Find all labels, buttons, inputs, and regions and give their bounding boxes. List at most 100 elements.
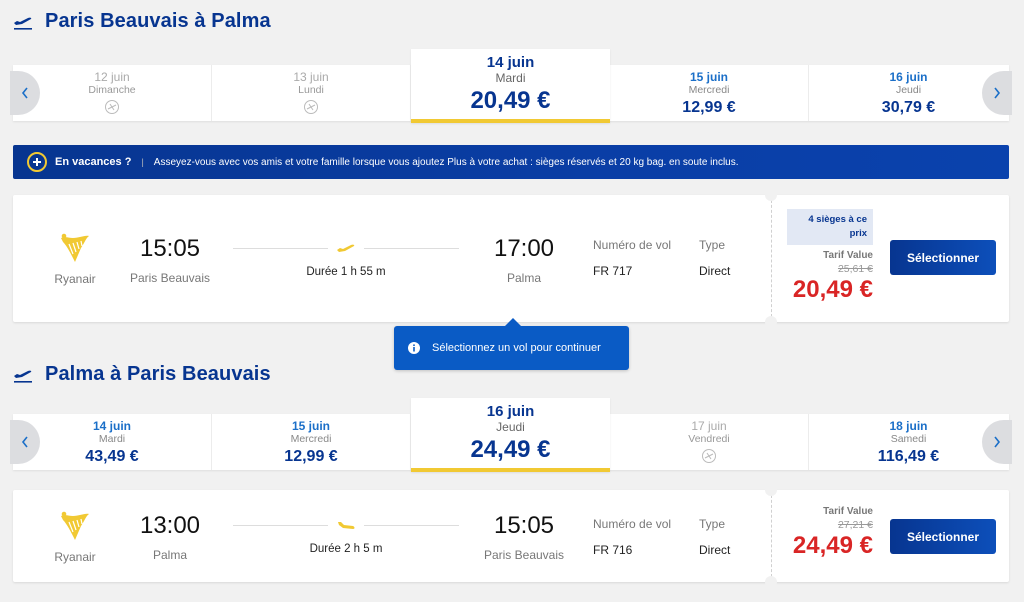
- no-flight-icon: [105, 100, 119, 114]
- weekday-label: Lundi: [298, 84, 324, 96]
- airline-name: Ryanair: [54, 272, 96, 286]
- date-label: 14 juin: [486, 54, 535, 71]
- departure-info: 15:05 Paris Beauvais: [125, 235, 215, 285]
- arrival-city: Paris Beauvais: [483, 548, 565, 562]
- outbound-title: Paris Beauvais à Palma: [45, 10, 271, 32]
- inbound-date-15-juin[interactable]: 15 juin Mercredi 12,99 €: [212, 414, 411, 470]
- weekday-label: Mercredi: [688, 84, 730, 96]
- date-label: 13 juin: [293, 70, 329, 84]
- airline-name: Ryanair: [54, 550, 96, 564]
- date-label: 16 juin: [486, 403, 535, 420]
- outbound-date-12-juin: 12 juin Dimanche: [13, 65, 212, 121]
- weekday-label: Samedi: [890, 433, 927, 445]
- flight-duration: Durée 2 h 5 m: [309, 543, 383, 555]
- inbound-section-title: Palma à Paris Beauvais: [13, 363, 271, 386]
- tooltip-text: Sélectionnez un vol pour continuer: [432, 342, 601, 354]
- arrival-info: 15:05 Paris Beauvais: [479, 512, 569, 562]
- arrival-time: 17:00: [493, 235, 555, 262]
- date-label: 14 juin: [92, 419, 131, 433]
- plane-takeoff-icon: [14, 370, 32, 383]
- outbound-flight-card: Ryanair 15:05 Paris Beauvais Durée 1 h 5…: [13, 189, 1009, 328]
- flight-number-value: FR 717: [593, 264, 633, 278]
- inbound-date-17-juin: 17 juin Vendredi: [610, 414, 809, 470]
- flight-duration: Durée 1 h 55 m: [306, 266, 386, 278]
- chevron-right-icon: [994, 87, 1001, 99]
- weekday-label: Mardi: [495, 71, 526, 85]
- outbound-select-button[interactable]: Sélectionner: [890, 240, 996, 275]
- weekday-label: Vendredi: [688, 433, 730, 445]
- weekday-label: Mercredi: [290, 433, 332, 445]
- flight-number: Numéro de vol FR 717: [593, 238, 671, 278]
- flight-number-value: FR 716: [593, 543, 633, 557]
- plane-landing-icon: [338, 522, 355, 529]
- chevron-left-icon: [21, 436, 28, 448]
- flight-type-value: Direct: [699, 264, 731, 278]
- flight-number-label: Numéro de vol: [593, 517, 672, 531]
- outbound-date-16-juin[interactable]: 16 juin Jeudi 30,79 €: [809, 65, 1008, 121]
- outbound-date-14-juin[interactable]: 14 juin Mardi 20,49 €: [411, 49, 610, 123]
- fare-price: 4 sièges à ce prix Tarif Value 25,61 € 2…: [787, 209, 873, 304]
- date-price: 116,49 €: [877, 448, 940, 465]
- flight-type-label: Type: [699, 238, 726, 252]
- flight-number-label: Numéro de vol: [593, 238, 672, 252]
- outbound-date-15-juin[interactable]: 15 juin Mercredi 12,99 €: [610, 65, 809, 121]
- weekday-label: Jeudi: [895, 84, 922, 96]
- outbound-date-13-juin: 13 juin Lundi: [212, 65, 411, 121]
- date-label: 15 juin: [689, 70, 728, 84]
- seats-left-badge: 4 sièges à ce prix: [787, 209, 873, 245]
- no-flight-icon: [702, 449, 716, 463]
- date-price: 24,49 €: [470, 436, 551, 463]
- chevron-left-icon: [21, 87, 28, 99]
- ryanair-harp-icon: [61, 233, 89, 262]
- banner-separator: |: [141, 157, 144, 167]
- date-label: 16 juin: [889, 70, 928, 84]
- plus-circle-icon: [27, 152, 47, 172]
- inbound-date-16-juin[interactable]: 16 juin Jeudi 24,49 €: [411, 398, 610, 472]
- arrival-city: Palma: [506, 271, 541, 285]
- inbound-select-button[interactable]: Sélectionner: [890, 519, 996, 554]
- departure-time: 13:00: [139, 512, 201, 539]
- inbound-date-18-juin[interactable]: 18 juin Samedi 116,49 €: [809, 414, 1008, 470]
- outbound-section-title: Paris Beauvais à Palma: [13, 10, 271, 33]
- fare-price: Tarif Value 27,21 € 24,49 €: [793, 506, 873, 560]
- flight-route: Durée 2 h 5 m: [233, 517, 459, 555]
- date-price: 12,99 €: [682, 99, 736, 116]
- current-price: 20,49 €: [792, 276, 873, 303]
- date-label: 15 juin: [291, 419, 330, 433]
- select-flight-tooltip: Sélectionnez un vol pour continuer: [394, 318, 629, 370]
- plane-takeoff-icon: [14, 17, 32, 30]
- departure-time: 15:05: [139, 235, 201, 262]
- date-label: 18 juin: [889, 419, 928, 433]
- date-price: 20,49 €: [470, 87, 551, 114]
- chevron-right-icon: [994, 436, 1001, 448]
- outbound-date-strip: 12 juin Dimanche 13 juin Lundi 14 juin M…: [10, 49, 1012, 123]
- weekday-label: Dimanche: [88, 84, 136, 96]
- info-icon: [408, 342, 420, 354]
- weekday-label: Mardi: [98, 433, 126, 445]
- date-label: 17 juin: [691, 419, 727, 433]
- departure-info: 13:00 Palma: [125, 512, 215, 562]
- no-flight-icon: [304, 100, 318, 114]
- arrival-info: 17:00 Palma: [479, 235, 569, 285]
- departure-city: Paris Beauvais: [129, 271, 211, 285]
- flight-type: Type Direct: [699, 238, 730, 278]
- inbound-date-14-juin[interactable]: 14 juin Mardi 43,49 €: [13, 414, 212, 470]
- date-label: 12 juin: [94, 70, 130, 84]
- departure-city: Palma: [152, 548, 187, 562]
- inbound-title: Palma à Paris Beauvais: [45, 363, 271, 385]
- holiday-promo-banner[interactable]: En vacances ? | Asseyez-vous avec vos am…: [13, 145, 1009, 179]
- arrival-time: 15:05: [493, 512, 555, 539]
- airline-logo: Ryanair: [53, 232, 97, 286]
- banner-title: En vacances ?: [55, 156, 132, 168]
- flight-type-label: Type: [699, 517, 726, 531]
- flight-route: Durée 1 h 55 m: [233, 240, 459, 278]
- date-price: 12,99 €: [284, 448, 338, 465]
- date-price: 43,49 €: [85, 448, 139, 465]
- ryanair-harp-icon: [61, 511, 89, 540]
- flight-number: Numéro de vol FR 716: [593, 517, 671, 557]
- airline-logo: Ryanair: [53, 510, 97, 564]
- old-price: 27,21 €: [837, 519, 873, 531]
- fare-name: Tarif Value: [823, 250, 873, 261]
- inbound-flight-card: Ryanair 13:00 Palma Durée 2 h 5 m 15:05 …: [13, 484, 1009, 588]
- inbound-date-strip: 14 juin Mardi 43,49 € 15 juin Mercredi 1…: [10, 398, 1012, 472]
